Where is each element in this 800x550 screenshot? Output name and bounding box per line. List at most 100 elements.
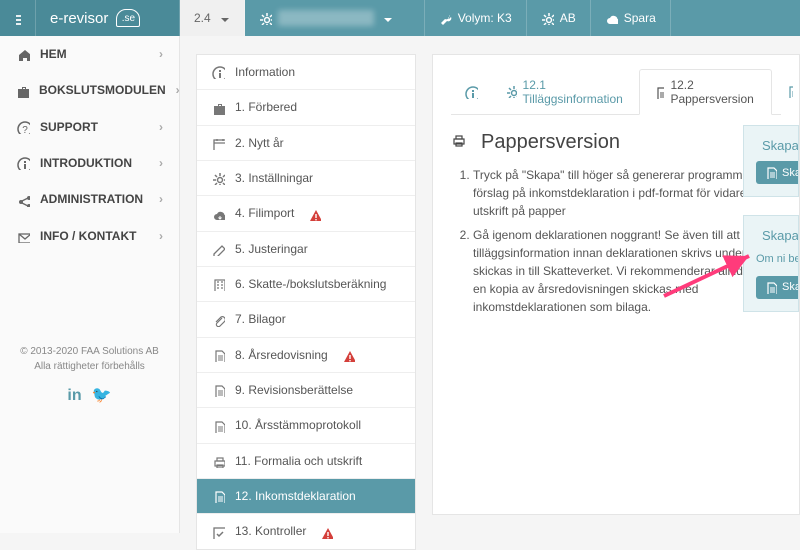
- chevron-right-icon: ›: [159, 192, 163, 206]
- content-panel: 12.1 Tilläggsinformation 12.2 Pappersver…: [432, 54, 800, 515]
- calendar-icon: [211, 136, 225, 150]
- tab-label: 12.1 Tilläggsinformation: [523, 78, 626, 106]
- version-label: 2.4: [194, 11, 211, 25]
- gear-icon: [541, 12, 554, 25]
- gear-icon: [506, 85, 517, 98]
- step-label: 2. Nytt år: [235, 136, 284, 150]
- step-label: 13. Kontroller: [235, 524, 306, 538]
- edit-icon: [211, 242, 225, 256]
- sidebar-item-label: INTRODUKTION: [40, 156, 132, 170]
- ab-button[interactable]: AB: [527, 0, 591, 36]
- step-item-6[interactable]: 6. Skatte-/bokslutsberäkning: [197, 267, 415, 302]
- step-item-11[interactable]: 11. Formalia och utskrift: [197, 444, 415, 479]
- spara-label: Spara: [624, 11, 656, 25]
- steps-panel: Information 1. Förbered 2. Nytt år 3. Instä…: [196, 54, 416, 550]
- copyright-line2: Alla rättigheter förbehålls: [0, 359, 179, 374]
- step-label: 4. Filimport: [235, 206, 294, 220]
- info-icon: [16, 156, 30, 170]
- logo[interactable]: e-revisor .se: [36, 0, 180, 36]
- instruction-2: Gå igenom deklarationen noggrant! Se äve…: [473, 226, 773, 316]
- step-item-7[interactable]: 7. Bilagor: [197, 302, 415, 337]
- twitter-icon[interactable]: 🐦: [92, 384, 112, 408]
- sidebar-item-bokslutsmodulen[interactable]: BOKSLUTSMODULEN›: [0, 72, 179, 108]
- print-icon: [211, 454, 225, 468]
- bars-icon: [14, 12, 21, 25]
- heading-text: Pappersversion: [481, 131, 620, 154]
- chevron-down-icon: [217, 12, 230, 25]
- menu-toggle-button[interactable]: [0, 0, 36, 36]
- sidebar-item-hem[interactable]: HEM ›: [0, 36, 179, 72]
- step-item-1[interactable]: 1. Förbered: [197, 90, 415, 125]
- step-label: 11. Formalia och utskrift: [235, 454, 362, 468]
- chevron-right-icon: ›: [159, 156, 163, 170]
- tabs: 12.1 Tilläggsinformation 12.2 Pappersver…: [451, 69, 781, 115]
- step-label: 10. Årsstämmoprotokoll: [235, 418, 361, 432]
- cloud-down-icon: [211, 206, 225, 220]
- step-label: 1. Förbered: [235, 100, 297, 114]
- sidebar-item-info-kontakt[interactable]: INFO / KONTAKT›: [0, 218, 179, 254]
- doc-icon: [211, 383, 225, 397]
- question-icon: [16, 120, 30, 134]
- doc-icon: [764, 281, 777, 294]
- gear-icon: [259, 12, 272, 25]
- logo-badge: .se: [116, 9, 140, 27]
- warning-icon: [308, 206, 321, 220]
- tab-tillaggsinformation[interactable]: 12.1 Tilläggsinformation: [492, 70, 639, 114]
- tab-pappersversion[interactable]: 12.2 Pappersversion: [639, 69, 771, 115]
- step-item-8[interactable]: 8. Årsredovisning: [197, 338, 415, 373]
- body-text: Tryck på "Skapa" till höger så genererar…: [451, 166, 781, 316]
- sidebar-item-support[interactable]: SUPPORT ›: [0, 109, 179, 145]
- share-icon: [16, 192, 30, 206]
- skapa-button-2[interactable]: Skapa: [756, 276, 799, 299]
- sidebar-item-label: SUPPORT: [40, 120, 98, 134]
- print-icon: [451, 133, 471, 153]
- cloud-upload-icon: [605, 12, 618, 25]
- volym-button[interactable]: Volym: K3: [425, 0, 527, 36]
- card-text: Om ni behöver någon anledning vissa just…: [756, 251, 786, 268]
- info-icon: [211, 65, 225, 79]
- skapa-button-1[interactable]: Skapa: [756, 161, 799, 184]
- tab-elektronisk[interactable]: 12.2 Elekt: [772, 70, 800, 114]
- logo-text: e-revisor: [50, 10, 108, 27]
- chevron-right-icon: ›: [159, 229, 163, 243]
- doc-icon: [211, 489, 225, 503]
- footer: © 2013-2020 FAA Solutions AB Alla rättig…: [0, 344, 179, 408]
- step-item-4[interactable]: 4. Filimport: [197, 196, 415, 231]
- version-selector[interactable]: 2.4: [180, 0, 245, 36]
- btn-label: Skapa: [782, 167, 799, 179]
- chevron-right-icon: ›: [159, 47, 163, 61]
- sidebar-item-label: HEM: [40, 47, 67, 61]
- step-item-9[interactable]: 9. Revisionsberättelse: [197, 373, 415, 408]
- step-item-10[interactable]: 10. Årsstämmoprotokoll: [197, 408, 415, 443]
- skapa-card-2: Skapa Om ni behöver någon anledning viss…: [743, 215, 799, 312]
- chevron-right-icon: ›: [159, 120, 163, 134]
- linkedin-icon[interactable]: in: [67, 384, 81, 408]
- tab-info-icon[interactable]: [451, 76, 492, 107]
- step-label: Information: [235, 65, 295, 79]
- warning-icon: [342, 348, 355, 362]
- building-icon: [211, 277, 225, 291]
- step-item-12[interactable]: 12. Inkomstdeklaration: [197, 479, 415, 514]
- sidebar-item-label: ADMINISTRATION: [40, 192, 143, 206]
- client-selector[interactable]: hidden: [245, 0, 425, 36]
- step-label: 5. Justeringar: [235, 242, 308, 256]
- step-item-3[interactable]: 3. Inställningar: [197, 161, 415, 196]
- ab-label: AB: [560, 11, 576, 25]
- step-item-0[interactable]: Information: [197, 55, 415, 90]
- copyright-line1: © 2013-2020 FAA Solutions AB: [0, 344, 179, 359]
- sidebar-item-introduktion[interactable]: INTRODUKTION ›: [0, 145, 179, 181]
- card-title: Skapa: [762, 138, 799, 153]
- mail-icon: [16, 229, 30, 243]
- step-item-5[interactable]: 5. Justeringar: [197, 232, 415, 267]
- step-item-13[interactable]: 13. Kontroller: [197, 514, 415, 548]
- spara-button[interactable]: Spara: [591, 0, 671, 36]
- topbar: e-revisor .se 2.4 hidden Volym: K3 AB Spa…: [0, 0, 800, 36]
- check-icon: [211, 524, 225, 538]
- btn-label: Skapa: [782, 281, 799, 293]
- step-label: 7. Bilagor: [235, 312, 286, 326]
- attach-icon: [211, 312, 225, 326]
- step-label: 3. Inställningar: [235, 171, 313, 185]
- step-label: 9. Revisionsberättelse: [235, 383, 353, 397]
- step-item-2[interactable]: 2. Nytt år: [197, 126, 415, 161]
- sidebar-item-administration[interactable]: ADMINISTRATION ›: [0, 181, 179, 217]
